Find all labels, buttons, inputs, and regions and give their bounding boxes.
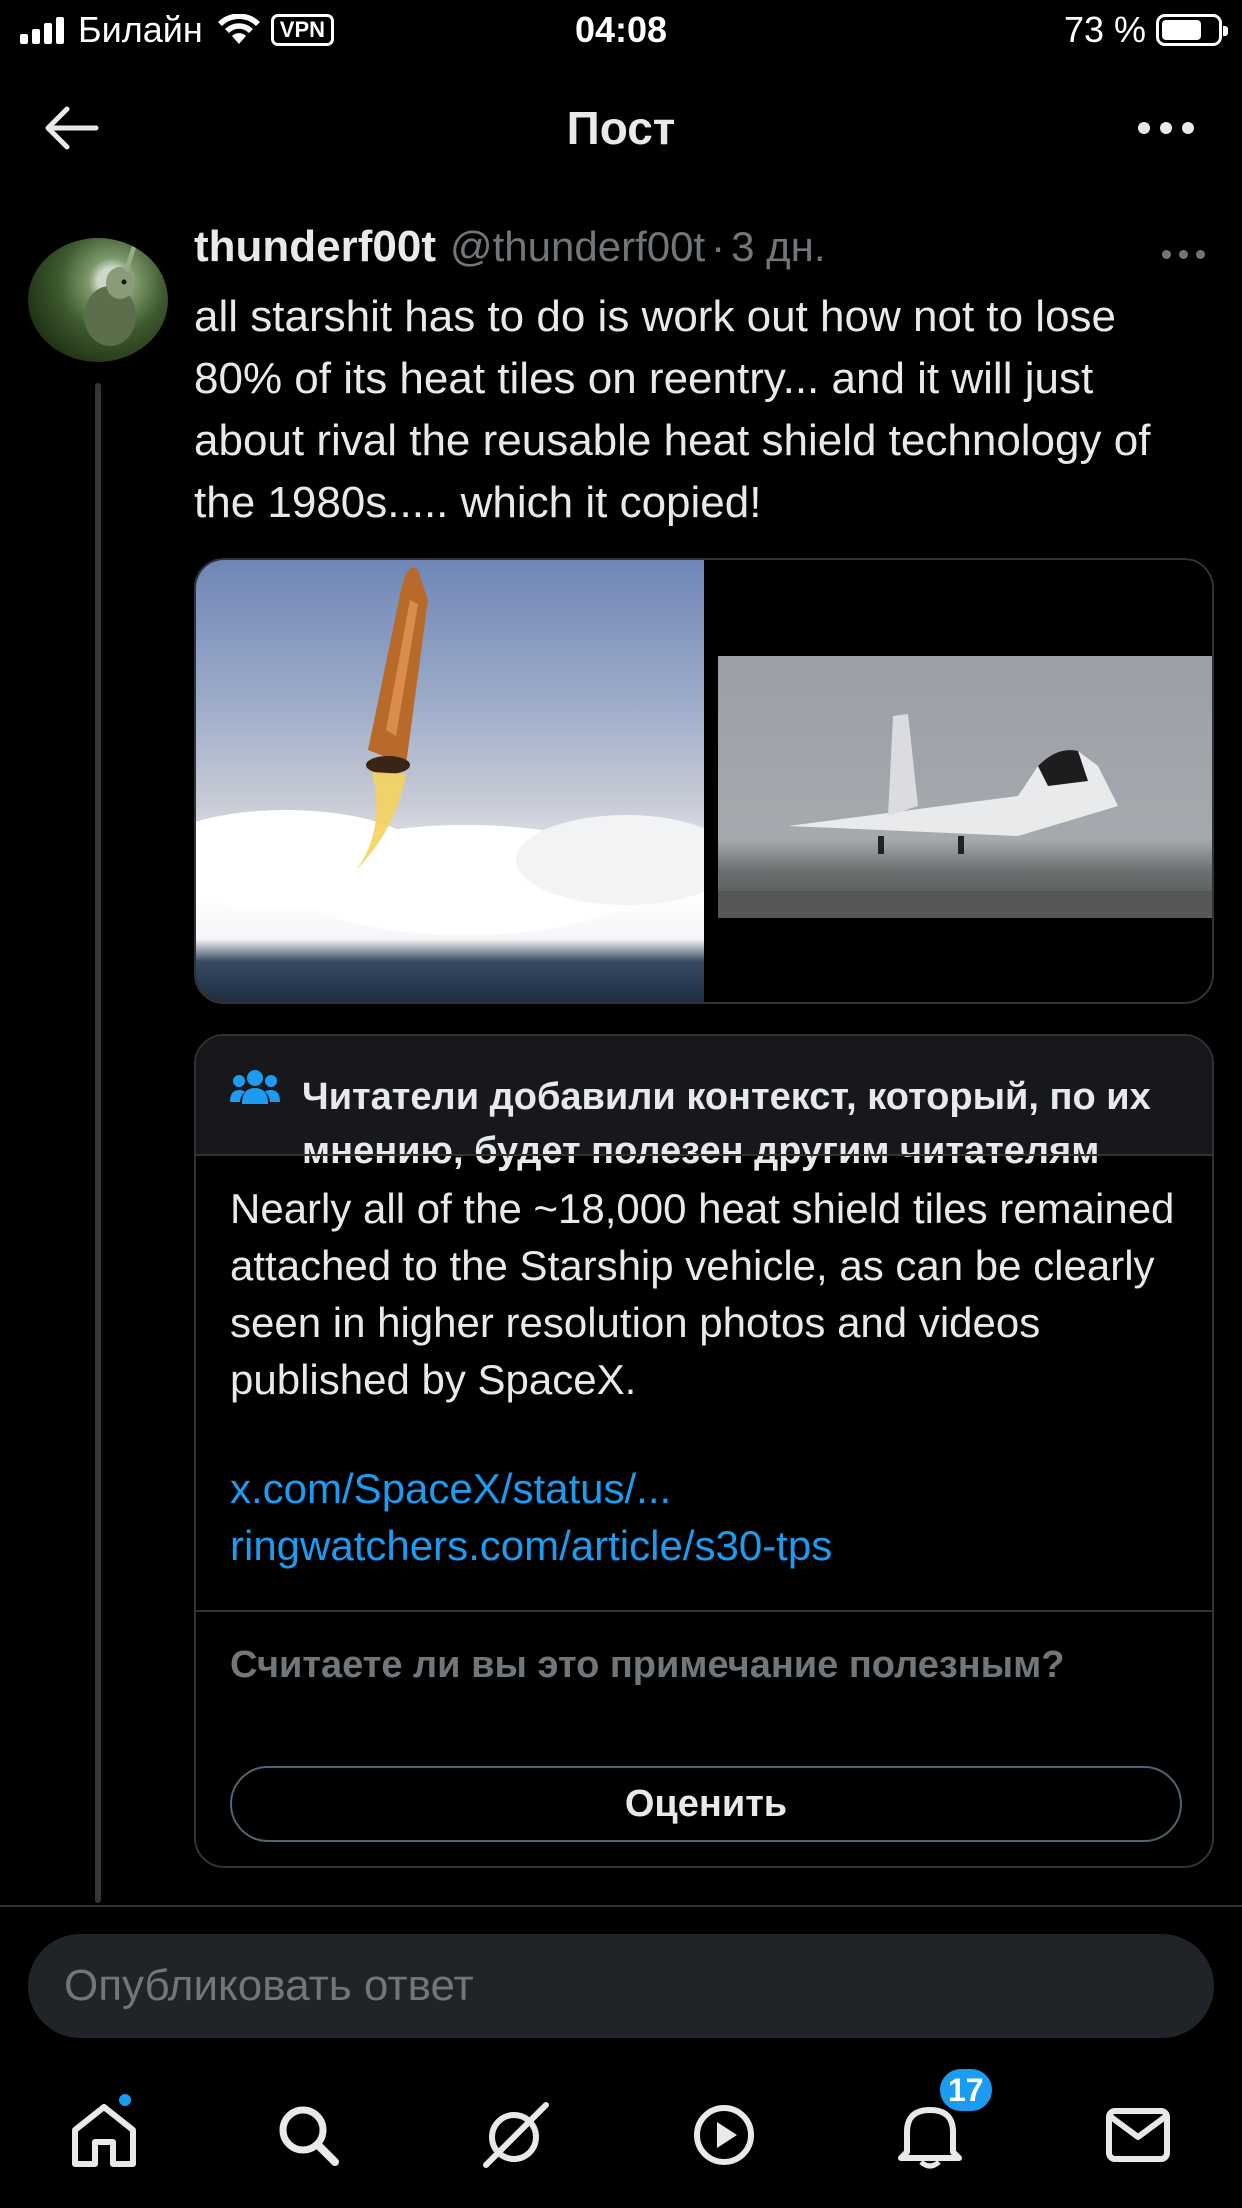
divider <box>196 1154 1212 1156</box>
rate-note-question: Считаете ли вы это примечание полезным? <box>230 1644 1065 1686</box>
battery-cap <box>1223 26 1228 36</box>
notifications-count-badge: 17 <box>936 2065 996 2115</box>
status-bar-right: 73 % <box>1063 8 1228 52</box>
mail-icon <box>1106 2108 1170 2162</box>
tweet-text: all starshit has to do is work out how n… <box>194 292 1151 527</box>
grok-icon <box>483 2102 549 2168</box>
battery-level-fill <box>1162 20 1201 40</box>
tab-home[interactable] <box>64 2091 144 2175</box>
more-options-button[interactable] <box>1126 98 1206 158</box>
tab-messages[interactable] <box>1098 2095 1178 2175</box>
battery-icon <box>1156 14 1228 46</box>
space-shuttle-illustration <box>718 714 1212 918</box>
divider <box>196 1610 1212 1612</box>
reply-input[interactable] <box>28 1934 1214 2038</box>
community-note: Читатели добавили контекст, который, по … <box>194 1034 1214 1868</box>
tweet-header: thunderf00t @thunderf00t · 3 дн. <box>194 222 826 278</box>
status-bar-left: Билайн VPN <box>20 8 335 52</box>
home-icon <box>72 2104 136 2167</box>
vpn-badge: VPN <box>270 14 335 46</box>
signal-strength-icon <box>20 16 64 44</box>
more-dots-icon <box>1138 122 1150 134</box>
status-bar: Билайн VPN 04:08 73 % <box>0 0 1242 62</box>
post-screen: Билайн VPN 04:08 73 % Пост thunderf00t @… <box>0 0 1242 2208</box>
tab-grok[interactable] <box>476 2095 556 2175</box>
search-icon <box>279 2106 339 2166</box>
tab-notifications[interactable]: 17 <box>890 2065 996 2175</box>
tweet-more-button[interactable] <box>1162 244 1212 264</box>
community-note-links: x.com/SpaceX/status/... ringwatchers.com… <box>230 1460 832 1574</box>
rate-button[interactable]: Оценить <box>230 1766 1182 1842</box>
tab-video[interactable] <box>684 2095 764 2175</box>
wifi-icon <box>217 14 260 44</box>
post-timestamp[interactable]: 3 дн. <box>731 223 825 271</box>
community-note-header: Читатели добавили контекст, который, по … <box>196 1036 1212 1172</box>
community-note-title: Читатели добавили контекст, который, по … <box>302 1076 1151 1172</box>
space-shuttle-landing-image[interactable] <box>718 656 1212 918</box>
avatar-image <box>84 246 136 346</box>
reply-bar <box>0 1905 1242 2055</box>
back-button[interactable] <box>36 98 106 158</box>
top-nav-bar: Пост <box>0 62 1242 192</box>
community-note-body: Nearly all of the ~18,000 heat shield ti… <box>230 1185 1175 1403</box>
page-title: Пост <box>566 102 676 154</box>
thread-line <box>95 383 101 1903</box>
tweet-media[interactable] <box>194 558 1214 1004</box>
dot-separator: · <box>711 223 726 270</box>
people-icon <box>230 1070 280 1104</box>
starship-launch-image[interactable] <box>196 560 736 1002</box>
starship-illustration <box>196 567 736 935</box>
tweet-more-dots-icon <box>1162 249 1171 259</box>
bottom-tab-bar: 17 <box>0 2055 1242 2208</box>
avatar[interactable] <box>28 238 168 362</box>
home-unread-dot <box>116 2091 134 2109</box>
play-icon <box>694 2105 754 2165</box>
back-arrow-icon <box>45 106 99 150</box>
tab-search[interactable] <box>268 2095 348 2175</box>
author-display-name[interactable]: thunderf00t <box>194 222 436 272</box>
source-link-spacex[interactable]: x.com/SpaceX/status/... <box>230 1460 832 1517</box>
battery-percent: 73 % <box>1063 9 1146 50</box>
source-link-ringwatchers[interactable]: ringwatchers.com/article/s30-tps <box>230 1517 832 1574</box>
author-handle[interactable]: @thunderf00t <box>450 223 705 271</box>
carrier-name: Билайн <box>78 9 203 50</box>
